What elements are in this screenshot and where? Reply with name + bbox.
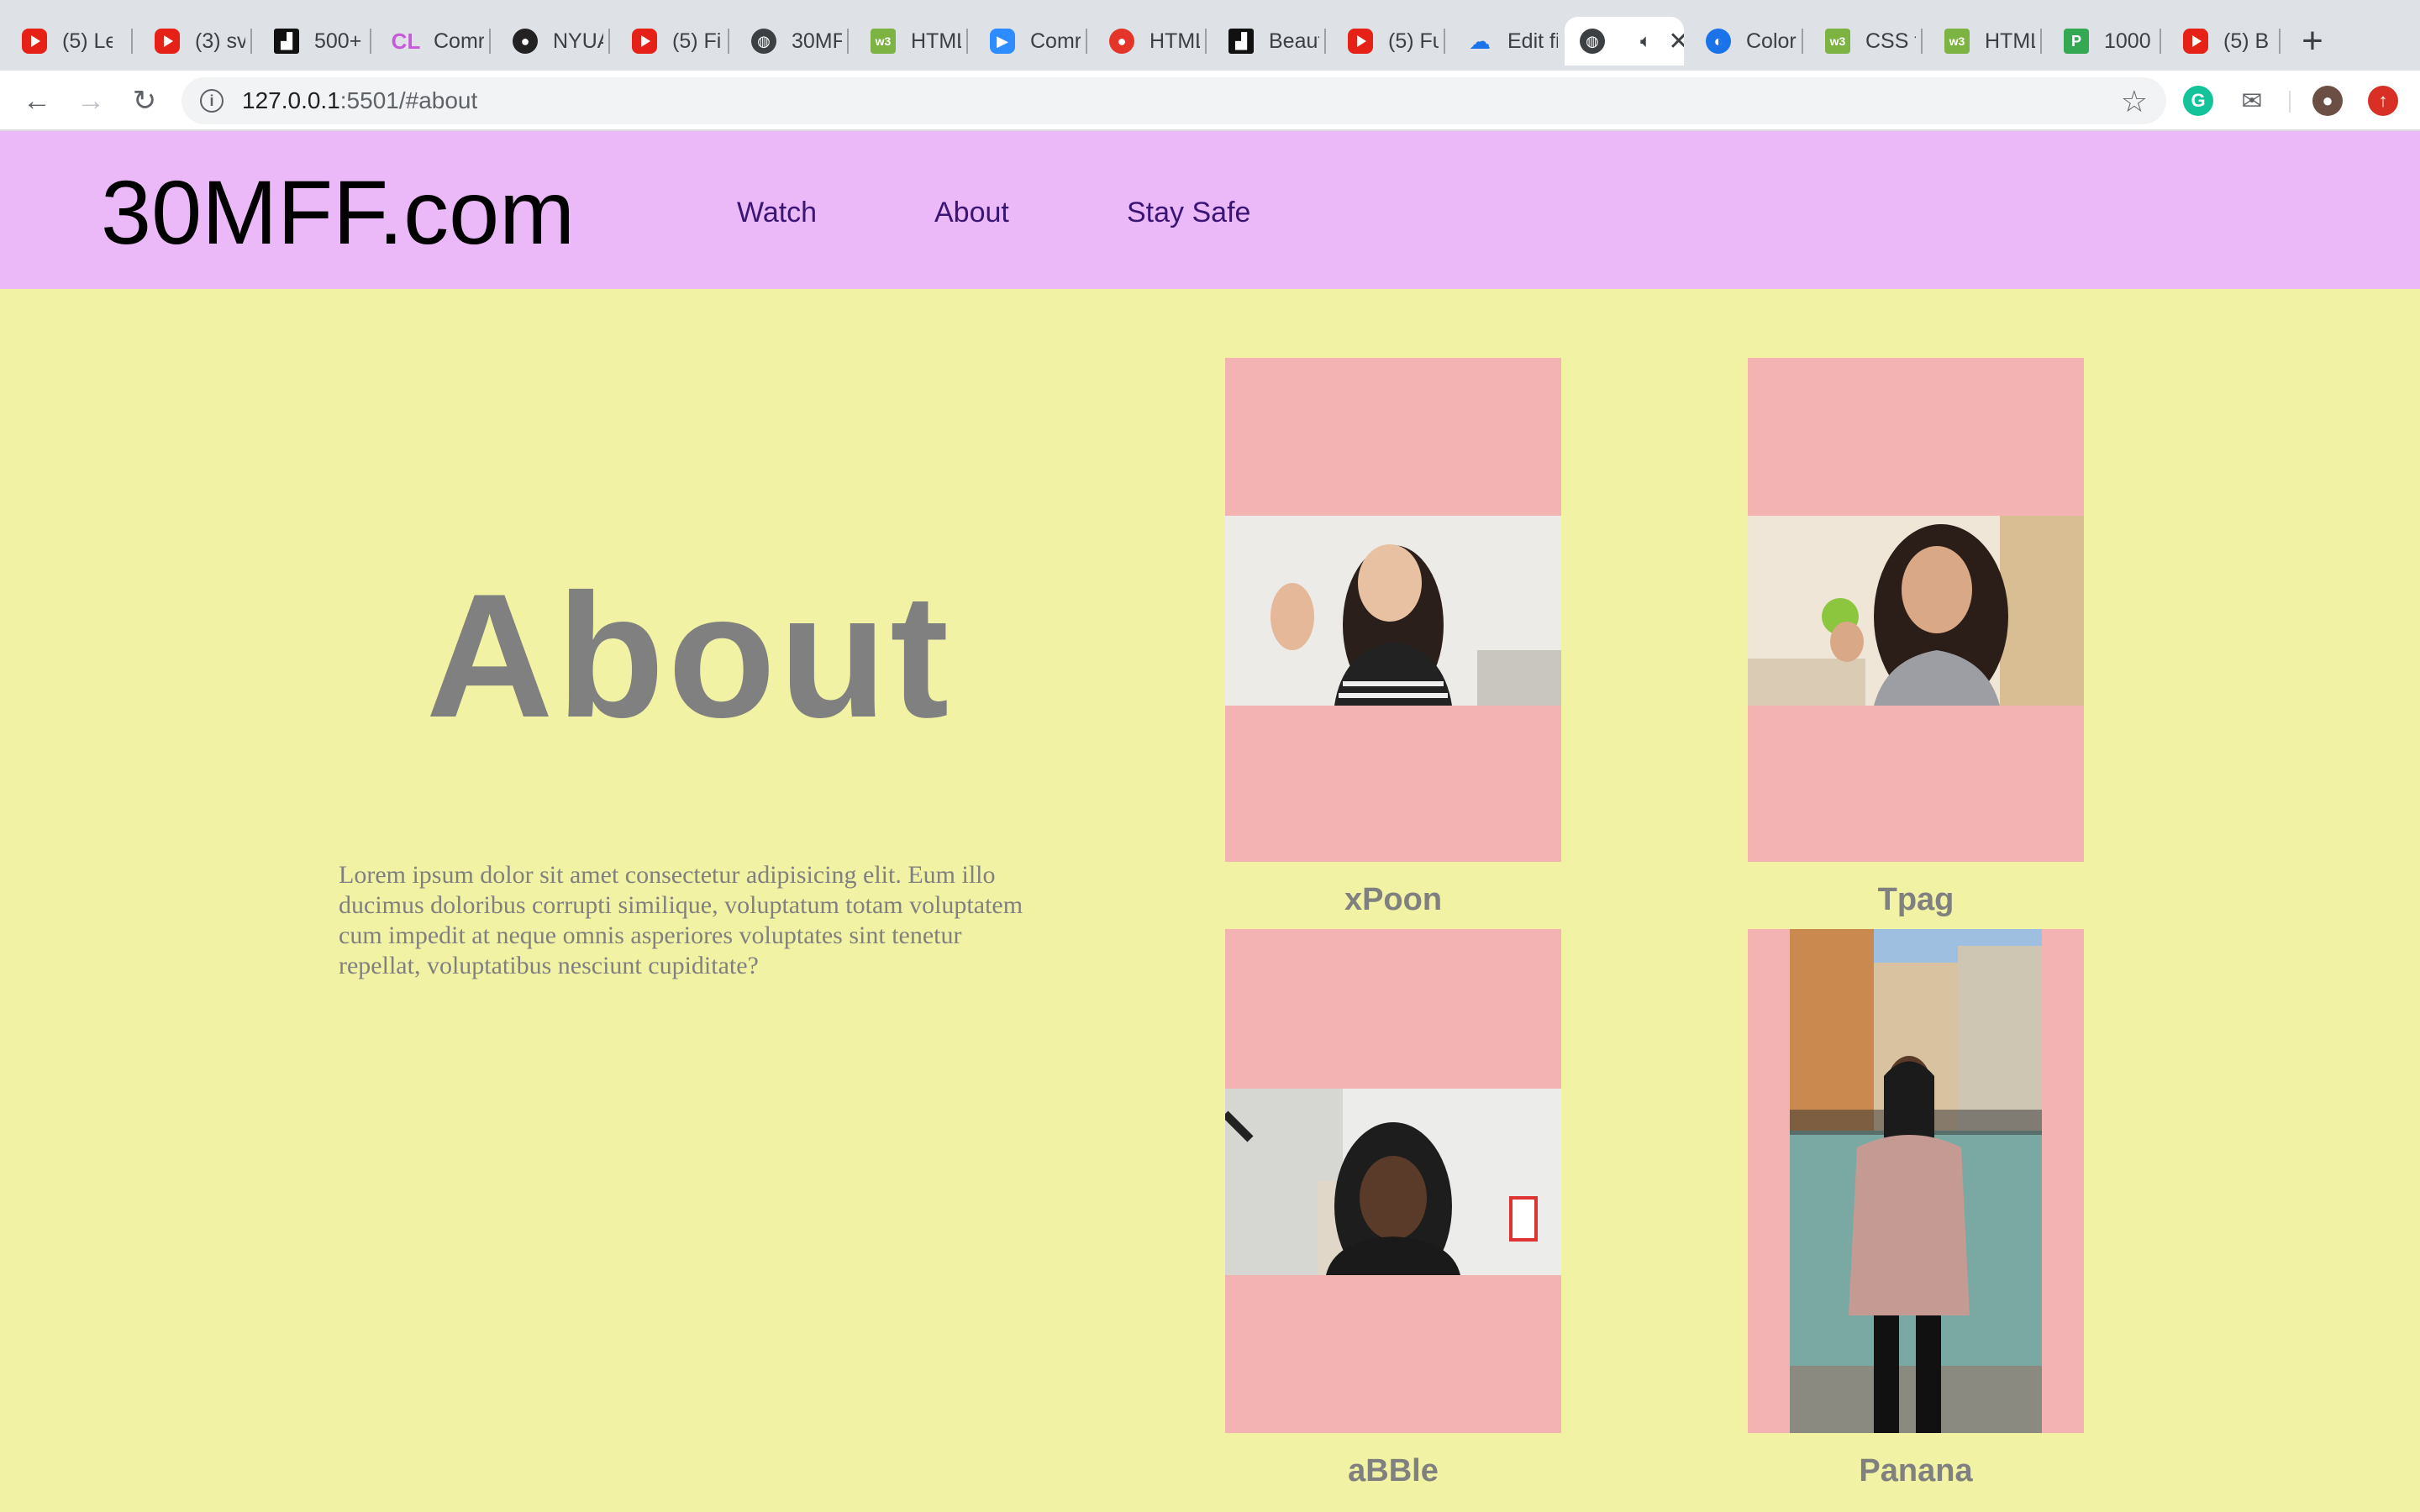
browser-tab[interactable]: ◍ 30MF — [729, 17, 849, 66]
tab-title: 500+ — [314, 29, 362, 53]
browser-tab[interactable]: (5) B — [2161, 17, 2281, 66]
member-name: aBBle — [1348, 1453, 1439, 1488]
tab-title: CSS t — [1865, 29, 1916, 53]
color-icon: ◐ — [1706, 29, 1731, 54]
browser-tab-active[interactable]: ◍ 🔈︎ ✕ — [1565, 17, 1684, 66]
reload-icon[interactable]: ↻ — [124, 81, 165, 121]
browser-tab[interactable]: ◐ Color — [1684, 17, 1803, 66]
update-icon[interactable]: ↑ — [2368, 86, 2398, 116]
tab-title: HTML — [911, 29, 961, 53]
member-name: Panana — [1859, 1453, 1973, 1488]
github-icon: ● — [513, 29, 538, 54]
browser-tab[interactable]: (3) sv — [133, 17, 252, 66]
browser-tab[interactable]: ● NYUA — [491, 17, 610, 66]
forward-icon[interactable]: → — [71, 81, 111, 121]
browser-tab[interactable]: (5) Le — [0, 17, 133, 66]
member-photo — [1225, 1089, 1561, 1275]
browser-toolbar: ← → ↻ i 127.0.0.1:5501/#about ☆ G ✉ ● ↑ — [0, 71, 2420, 131]
site-header: 30MFF.com Watch About Stay Safe — [0, 131, 2420, 289]
member-card-abble[interactable] — [1225, 929, 1561, 1433]
browser-tab[interactable]: ▶ Comr — [968, 17, 1087, 66]
youtube-icon — [22, 29, 47, 54]
w3schools-icon: w3 — [871, 29, 896, 54]
globe-icon: ◍ — [751, 29, 776, 54]
browser-tab[interactable]: ▟ 500+ — [252, 17, 371, 66]
browser-tab-strip: (5) Le (3) sv ▟ 500+ CL Comr ● NYUA (5) … — [0, 0, 2420, 71]
tab-title: Beaut — [1269, 29, 1319, 53]
nav-link-watch[interactable]: Watch — [737, 197, 817, 229]
browser-tab[interactable]: CL Comr — [371, 17, 491, 66]
cl-icon: CL — [391, 28, 421, 54]
member-photo — [1748, 516, 2084, 706]
tab-title: Comr — [434, 29, 484, 53]
browser-tab[interactable]: w3 CSS t — [1803, 17, 1923, 66]
member-name: xPoon — [1344, 882, 1443, 917]
w3schools-icon: w3 — [1825, 29, 1850, 54]
browser-tab[interactable]: ▟ Beaut — [1207, 17, 1326, 66]
tab-title: (5) Fi — [672, 29, 722, 53]
url-path: :5501/#about — [339, 87, 478, 113]
browser-tab[interactable]: P 1000 — [2042, 17, 2161, 66]
speaker-icon[interactable]: 🔈︎ — [1640, 30, 1651, 52]
browser-tab[interactable]: w3 HTML — [849, 17, 968, 66]
browser-tab[interactable]: w3 HTML — [1923, 17, 2042, 66]
p-icon: P — [2064, 29, 2089, 54]
tab-title: HTML — [1150, 29, 1200, 53]
member-photo — [1225, 516, 1561, 706]
tab-title: (5) Le — [62, 29, 113, 53]
record-icon: ● — [1109, 29, 1134, 54]
youtube-icon — [155, 29, 180, 54]
tab-title: Color — [1746, 29, 1797, 53]
nav-link-stay-safe[interactable]: Stay Safe — [1127, 197, 1250, 229]
url-text[interactable]: 127.0.0.1:5501/#about — [242, 87, 477, 114]
url-host: 127.0.0.1 — [242, 87, 340, 113]
unsplash-icon: ▟ — [274, 29, 299, 54]
youtube-icon — [632, 29, 657, 54]
youtube-icon — [1348, 29, 1373, 54]
tab-title: 30MF — [792, 29, 842, 53]
grammarly-icon[interactable]: G — [2183, 86, 2213, 116]
tab-title: HTML — [1985, 29, 2035, 53]
browser-tab[interactable]: ● HTML — [1087, 17, 1207, 66]
globe-icon: ◍ — [1580, 29, 1605, 54]
close-tab-icon[interactable]: ✕ — [1668, 27, 1684, 56]
member-card-tpag[interactable] — [1748, 358, 2084, 862]
tab-title: (5) B — [2223, 29, 2270, 53]
member-name: Tpag — [1877, 882, 1954, 917]
mail-icon[interactable]: ✉ — [2237, 86, 2267, 116]
w3schools-icon: w3 — [1944, 29, 1970, 54]
info-icon[interactable]: i — [200, 89, 224, 113]
tab-title: 1000 — [2104, 29, 2151, 53]
tab-title: Comr — [1030, 29, 1081, 53]
browser-tab[interactable]: (5) Fi — [610, 17, 729, 66]
zoom-icon: ▶ — [990, 29, 1015, 54]
member-card-panana[interactable] — [1748, 929, 2084, 1433]
tab-title: (3) sv — [195, 29, 245, 53]
about-heading: About — [425, 557, 953, 754]
back-icon[interactable]: ← — [17, 81, 57, 121]
toolbar-divider — [2289, 91, 2291, 113]
site-logo[interactable]: 30MFF.com — [101, 162, 575, 263]
address-bar[interactable]: i 127.0.0.1:5501/#about ☆ — [182, 77, 2166, 124]
bookmark-star-icon[interactable]: ☆ — [2121, 84, 2148, 119]
profile-avatar[interactable]: ● — [2312, 86, 2343, 116]
tab-title: (5) Fu — [1388, 29, 1439, 53]
unsplash-icon: ▟ — [1228, 29, 1254, 54]
new-tab-button[interactable]: + — [2296, 20, 2329, 62]
tab-title: NYUA — [553, 29, 603, 53]
cloud-icon: ☁ — [1469, 28, 1491, 54]
youtube-icon — [2183, 29, 2208, 54]
nav-link-about[interactable]: About — [934, 197, 1009, 229]
browser-tab[interactable]: ☁ Edit fi — [1445, 17, 1565, 66]
browser-tab[interactable]: (5) Fu — [1326, 17, 1445, 66]
member-card-xpoon[interactable] — [1225, 358, 1561, 862]
about-paragraph: Lorem ipsum dolor sit amet consectetur a… — [339, 861, 1023, 979]
member-photo — [1790, 929, 2042, 1433]
tab-title: Edit fi — [1507, 29, 1558, 53]
